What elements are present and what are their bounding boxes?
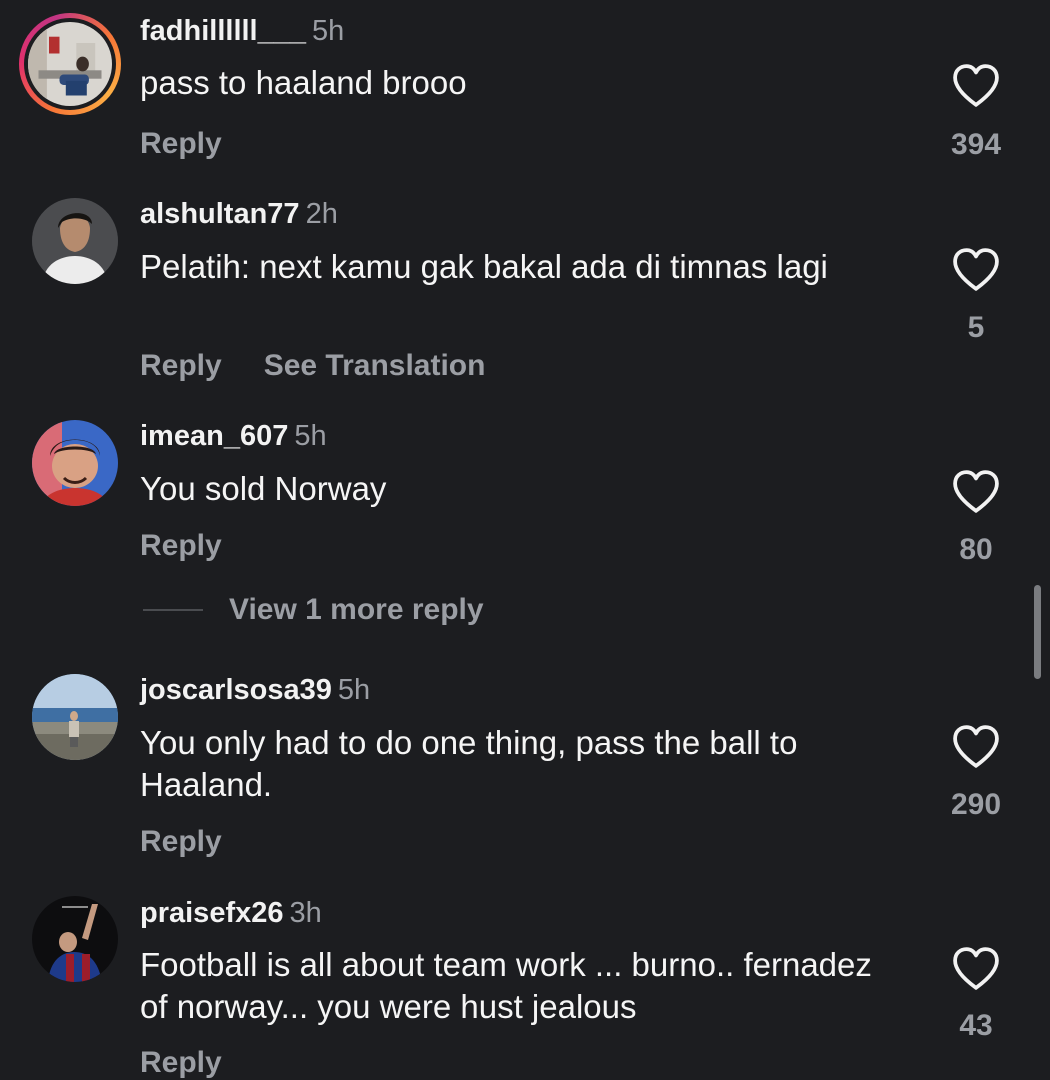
timestamp: 5h xyxy=(312,15,345,47)
like-count: 80 xyxy=(959,533,993,566)
view-more-replies-label: View 1 more reply xyxy=(229,593,484,626)
avatar[interactable] xyxy=(32,198,118,284)
see-translation-button[interactable]: See Translation xyxy=(264,349,486,382)
reply-button[interactable]: Reply xyxy=(140,349,222,382)
comment-actions: Reply xyxy=(140,825,264,859)
username[interactable]: joscarlsosa39 xyxy=(140,674,332,706)
like-count: 394 xyxy=(950,128,1002,161)
avatar-photo xyxy=(28,22,112,106)
like-count: 5 xyxy=(967,311,985,344)
timestamp: 5h xyxy=(337,674,371,706)
view-more-replies-button[interactable]: View 1 more reply xyxy=(143,592,484,628)
story-ring xyxy=(24,18,116,110)
comment-text: You only had to do one thing, pass the b… xyxy=(140,724,798,803)
comment-text: Football is all about team work ... burn… xyxy=(140,946,872,1025)
avatar-photo xyxy=(32,198,118,284)
divider-line xyxy=(143,609,203,611)
comment-meta: imean_607 5h xyxy=(140,419,327,453)
timestamp: 5h xyxy=(294,420,327,452)
heart-outline-icon[interactable] xyxy=(950,946,1002,992)
comment-meta: fadhillllll___ 5h xyxy=(140,14,344,48)
timestamp: 3h xyxy=(289,897,322,929)
comment-actions: Reply xyxy=(140,1046,264,1080)
comment-actions: Reply xyxy=(140,127,264,161)
like-count: 43 xyxy=(959,1009,993,1042)
avatar[interactable] xyxy=(32,420,118,506)
comment-actions: Reply See Translation xyxy=(140,349,527,383)
username[interactable]: fadhillllll___ xyxy=(140,15,306,47)
reply-button[interactable]: Reply xyxy=(140,825,222,858)
scrollbar-thumb[interactable] xyxy=(1034,585,1041,679)
avatar-image xyxy=(28,22,112,106)
heart-outline-icon[interactable] xyxy=(950,724,1002,770)
avatar[interactable] xyxy=(32,674,118,760)
comment-text: pass to haaland brooo xyxy=(140,64,467,101)
username[interactable]: imean_607 xyxy=(140,420,288,452)
avatar-photo xyxy=(32,674,118,760)
username[interactable]: alshultan77 xyxy=(140,198,300,230)
reply-button[interactable]: Reply xyxy=(140,529,222,562)
username[interactable]: praisefx26 xyxy=(140,897,284,929)
comment-meta: joscarlsosa39 5h xyxy=(140,673,370,707)
avatar[interactable] xyxy=(19,13,121,115)
avatar-photo xyxy=(32,420,118,506)
comment-meta: alshultan77 2h xyxy=(140,197,338,231)
comment-actions: Reply xyxy=(140,529,264,563)
reply-button[interactable]: Reply xyxy=(140,1046,222,1079)
avatar-photo xyxy=(32,896,118,982)
like-count: 290 xyxy=(950,788,1002,821)
avatar[interactable] xyxy=(32,896,118,982)
heart-outline-icon[interactable] xyxy=(950,247,1002,293)
heart-outline-icon[interactable] xyxy=(950,63,1002,109)
timestamp: 2h xyxy=(305,198,338,230)
comment-text: Pelatih: next kamu gak bakal ada di timn… xyxy=(140,248,828,285)
comment-meta: praisefx26 3h xyxy=(140,896,322,930)
heart-outline-icon[interactable] xyxy=(950,469,1002,515)
reply-button[interactable]: Reply xyxy=(140,127,222,160)
comment-text: You sold Norway xyxy=(140,470,387,507)
